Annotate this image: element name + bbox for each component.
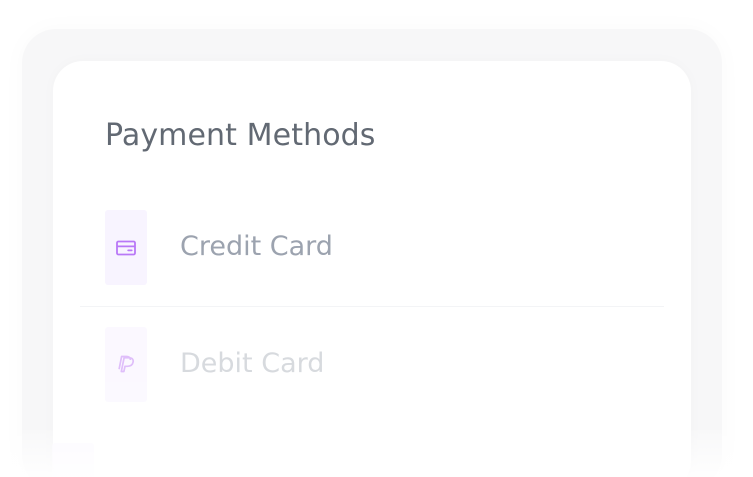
payment-method-label: Credit Card	[180, 231, 333, 262]
payment-method-credit-card[interactable]: Credit Card	[80, 210, 664, 307]
credit-card-icon	[116, 240, 136, 255]
payment-methods-card: Payment Methods Credit Card Debit Card	[53, 61, 691, 477]
payment-methods-screen: Payment Methods Credit Card Debit Card	[0, 0, 753, 477]
paypal-icon	[118, 355, 135, 372]
partially-visible-icon-tile	[52, 443, 94, 477]
page-title: Payment Methods	[105, 118, 376, 153]
paypal-icon-tile	[105, 327, 147, 402]
payment-method-debit-card[interactable]: Debit Card	[80, 327, 664, 423]
payment-method-label: Debit Card	[180, 348, 325, 379]
credit-card-icon-tile	[105, 210, 147, 285]
